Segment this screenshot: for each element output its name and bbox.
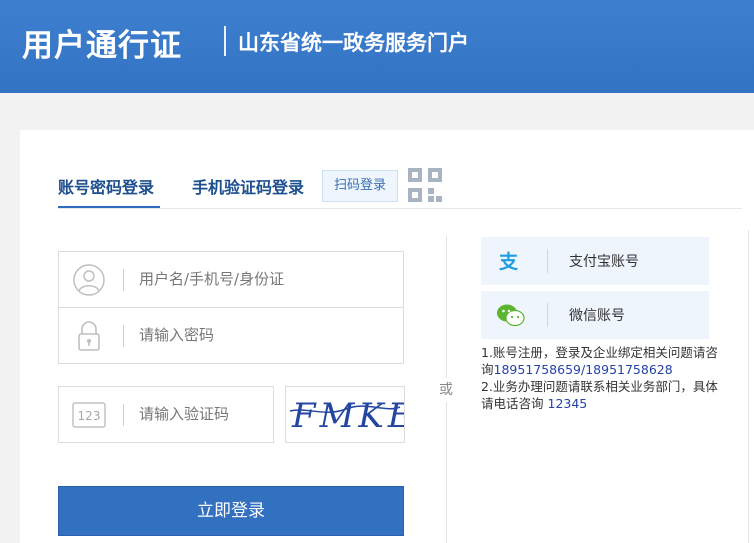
svg-text:支: 支	[499, 251, 519, 272]
note-2-phone: 12345	[547, 396, 588, 411]
captcha-drawing: FMKE	[289, 396, 413, 436]
wechat-icon	[497, 304, 525, 327]
lock-icon	[78, 321, 100, 351]
qr-code-icon[interactable]	[406, 166, 444, 204]
help-notes: 1.账号注册，登录及企业绑定相关问题请咨询18951758659/1895175…	[481, 344, 721, 412]
login-panel: 账号密码登录 手机验证码登录 扫码登录 用户名/手机号/身份证 123 请输入验…	[20, 130, 754, 543]
tab-phone-code[interactable]: 手机验证码登录	[192, 174, 304, 198]
username-input[interactable]	[139, 266, 379, 292]
field-separator	[123, 325, 124, 347]
code-icon: 123	[72, 402, 106, 428]
field-separator	[123, 269, 124, 291]
password-field	[58, 307, 404, 364]
tab-account-password[interactable]: 账号密码登录	[58, 174, 154, 198]
alipay-login-button[interactable]: 支 支付宝账号	[481, 237, 709, 285]
page-subtitle: 山东省统一政务服务门户	[238, 31, 469, 55]
header-banner: 用户通行证 山东省统一政务服务门户	[0, 0, 754, 93]
password-input[interactable]	[139, 322, 379, 348]
wechat-login-button[interactable]: 微信账号	[481, 291, 709, 339]
login-button[interactable]: 立即登录	[58, 486, 404, 536]
captcha-text: FMKE	[291, 396, 404, 436]
alipay-label: 支付宝账号	[569, 254, 639, 270]
verification-code-input[interactable]	[139, 401, 267, 427]
wechat-label: 微信账号	[569, 308, 625, 324]
alipay-separator	[547, 249, 548, 273]
note-1-phones: 18951758659/18951758628	[493, 362, 673, 377]
verification-code-field: 123	[58, 386, 274, 443]
field-separator	[123, 404, 124, 426]
title-divider	[224, 26, 226, 56]
note-2-text: 2.业务办理问题请联系相关业务部门，具体请电话咨询	[481, 379, 718, 411]
code-icon-text: 123	[78, 409, 101, 423]
user-icon	[73, 264, 105, 296]
page-title: 用户通行证	[22, 28, 182, 64]
tab-qr-login[interactable]: 扫码登录	[322, 170, 398, 202]
right-edge-line	[748, 230, 749, 543]
tabs-divider	[58, 208, 742, 209]
or-label: 或	[430, 378, 462, 402]
captcha-image[interactable]: FMKE	[285, 386, 413, 443]
alipay-icon: 支	[499, 251, 519, 272]
wechat-separator	[547, 303, 548, 327]
username-field	[58, 251, 404, 308]
